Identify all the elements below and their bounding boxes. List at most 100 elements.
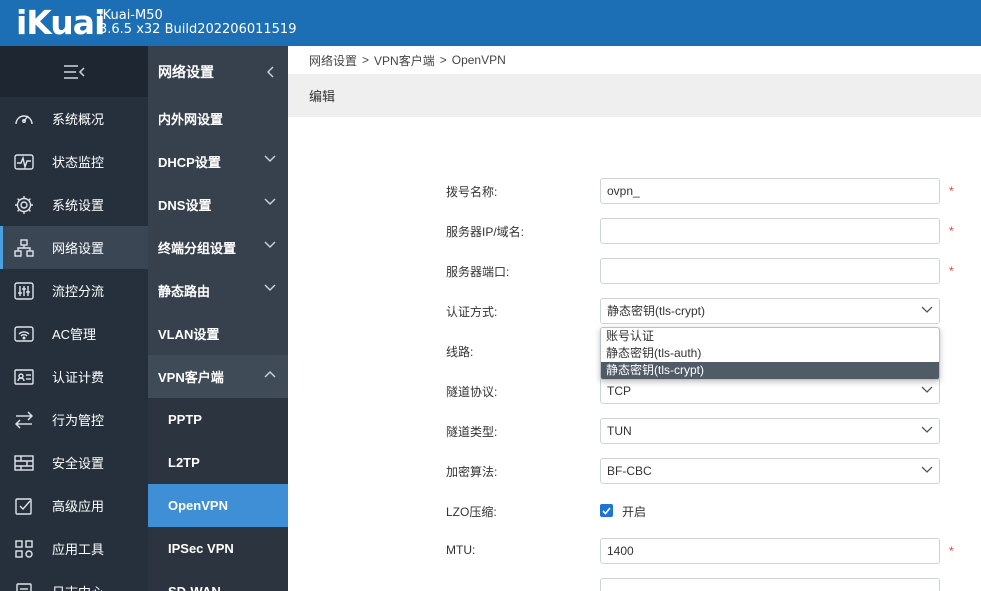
secondary-sidebar-title: 网络设置	[158, 63, 214, 80]
chevron-down-icon	[921, 386, 933, 393]
sidebar-item[interactable]: 高级应用	[0, 484, 148, 527]
next-field[interactable]	[600, 578, 940, 591]
chevron-down-icon	[921, 426, 933, 433]
cipher-label: 加密算法:	[446, 465, 498, 479]
chevron-up-icon	[264, 371, 276, 378]
sidebar-item[interactable]: 流控分流	[0, 269, 148, 312]
submenu-item[interactable]: DHCP设置	[148, 140, 288, 183]
vpn-submenu-item[interactable]: IPSec VPN	[148, 527, 288, 570]
form-row-dial-name: 拨号名称: ovpn_ *	[288, 178, 981, 204]
sidebar-item[interactable]: 状态监控	[0, 140, 148, 183]
sidebar-item[interactable]: 系统概况	[0, 97, 148, 140]
protocol-select[interactable]: TCP	[600, 378, 940, 404]
breadcrumb-item: OpenVPN	[451, 53, 506, 67]
breadcrumb-separator: >	[439, 53, 447, 67]
form-row-tunnel-type: 隧道类型: TUN	[288, 418, 981, 444]
submenu-item-label: DNS设置	[158, 198, 212, 213]
vpn-submenu-item[interactable]: PPTP	[148, 398, 288, 441]
sidebar-item[interactable]: 安全设置	[0, 441, 148, 484]
auth-select[interactable]: 静态密钥(tls-crypt)	[600, 298, 940, 324]
auth-option-selected[interactable]: 静态密钥(tls-crypt)	[601, 362, 939, 379]
submenu-item[interactable]: 静态路由	[148, 269, 288, 312]
cipher-select[interactable]: BF-CBC	[600, 458, 940, 484]
lzo-enable-label[interactable]: 开启	[622, 503, 646, 520]
dial-name-input[interactable]: ovpn_	[600, 178, 940, 204]
auth-dropdown-list: 账号认证 静态密钥(tls-auth) 静态密钥(tls-crypt)	[600, 327, 940, 380]
menu-collapse-icon	[64, 64, 85, 79]
sidebar-collapse-button[interactable]	[0, 46, 148, 97]
server-input[interactable]	[600, 218, 940, 244]
edit-title-bar: 编辑	[288, 74, 981, 117]
sidebar-item[interactable]: 日志中心	[0, 570, 148, 591]
sliders-icon	[12, 281, 36, 301]
submenu-item-label: VPN客户端	[158, 370, 224, 385]
sidebar-item[interactable]: AC管理	[0, 312, 148, 355]
auth-option[interactable]: 静态密钥(tls-auth)	[601, 345, 939, 362]
form-row-mtu: MTU: 1400 *	[288, 538, 981, 564]
submenu-item[interactable]: DNS设置	[148, 183, 288, 226]
sidebar-item[interactable]: 系统设置	[0, 183, 148, 226]
vpn-submenu-item[interactable]: SD-WAN	[148, 570, 288, 591]
submenu-item[interactable]: 终端分组设置	[148, 226, 288, 269]
port-label: 服务器端口:	[446, 265, 510, 279]
submenu-item-label: 静态路由	[158, 284, 211, 299]
sidebar-item-label: 行为管控	[52, 413, 105, 428]
chevron-down-icon	[264, 198, 276, 205]
sidebar-item-label: AC管理	[52, 327, 97, 342]
tunnel-type-value: TUN	[607, 424, 632, 438]
vpn-submenu: PPTPL2TPOpenVPNIPSec VPNSD-WAN	[148, 398, 288, 591]
checkbox-icon	[12, 496, 36, 516]
mtu-input[interactable]: 1400	[600, 538, 940, 564]
form-row-next	[288, 578, 981, 591]
required-mark: *	[949, 184, 954, 198]
ikuai-logo[interactable]: iKuai	[16, 3, 105, 42]
chevron-down-icon	[264, 284, 276, 291]
sidebar-item-label: 网络设置	[52, 241, 105, 256]
auth-label: 认证方式:	[446, 305, 498, 319]
form-row-port: 服务器端口: *	[288, 258, 981, 284]
breadcrumb-separator: >	[362, 53, 370, 67]
sidebar-item-label: 日志中心	[52, 582, 104, 591]
port-input[interactable]	[600, 258, 940, 284]
submenu-item[interactable]: 内外网设置	[148, 97, 288, 140]
lzo-label: LZO压缩:	[446, 505, 497, 519]
sidebar-item-label: 状态监控	[52, 155, 105, 170]
required-mark: *	[949, 264, 954, 278]
auth-option[interactable]: 账号认证	[601, 328, 939, 345]
sidebar-item[interactable]: 应用工具	[0, 527, 148, 570]
chevron-down-icon	[921, 466, 933, 473]
sidebar-item-label: 安全设置	[52, 456, 105, 471]
lzo-checkbox[interactable]	[600, 504, 613, 517]
sidebar-item[interactable]: 认证计费	[0, 355, 148, 398]
submenu-item[interactable]: VPN客户端	[148, 355, 288, 398]
sidebar-item[interactable]: 网络设置	[0, 226, 148, 269]
tunnel-type-select[interactable]: TUN	[600, 418, 940, 444]
submenu-item-label: VLAN设置	[158, 327, 220, 342]
arrows-icon	[12, 410, 36, 430]
vpn-submenu-item[interactable]: L2TP	[148, 441, 288, 484]
sidebar-item-label: 应用工具	[52, 542, 105, 557]
form-row-protocol: 隧道协议: TCP	[288, 378, 981, 404]
gear-icon	[12, 195, 36, 215]
chevron-down-icon	[921, 306, 933, 313]
secondary-sidebar: 网络设置 内外网设置 DHCP设置 DNS设置终端分组设置静态路由 VLAN设置 VPN…	[148, 46, 288, 591]
primary-sidebar: 系统概况状态监控系统设置网络设置流控分流 AC管理认证计费行为管控安全设置高级应用…	[0, 46, 148, 591]
sidebar-item-label: 系统设置	[52, 198, 105, 213]
secondary-sidebar-header[interactable]: 网络设置	[148, 46, 288, 97]
chevron-down-icon	[264, 155, 276, 162]
model-name: iKuai-M50	[99, 8, 163, 23]
protocol-select-value: TCP	[607, 384, 631, 398]
sidebar-item[interactable]: 行为管控	[0, 398, 148, 441]
protocol-label: 隧道协议:	[446, 385, 498, 399]
server-label: 服务器IP/域名:	[446, 225, 525, 239]
vpn-submenu-item[interactable]: OpenVPN	[148, 484, 288, 527]
required-mark: *	[949, 544, 954, 558]
sidebar-item-label: 流控分流	[52, 284, 105, 299]
required-mark: *	[949, 224, 954, 238]
submenu-item[interactable]: VLAN设置	[148, 312, 288, 355]
breadcrumb-item[interactable]: VPN客户端	[374, 52, 435, 69]
breadcrumb: 网络设置 > VPN客户端 > OpenVPN	[288, 46, 981, 74]
wifi-router-icon	[12, 324, 36, 344]
breadcrumb-item[interactable]: 网络设置	[309, 52, 357, 69]
sidebar-item-label: 高级应用	[52, 499, 105, 514]
